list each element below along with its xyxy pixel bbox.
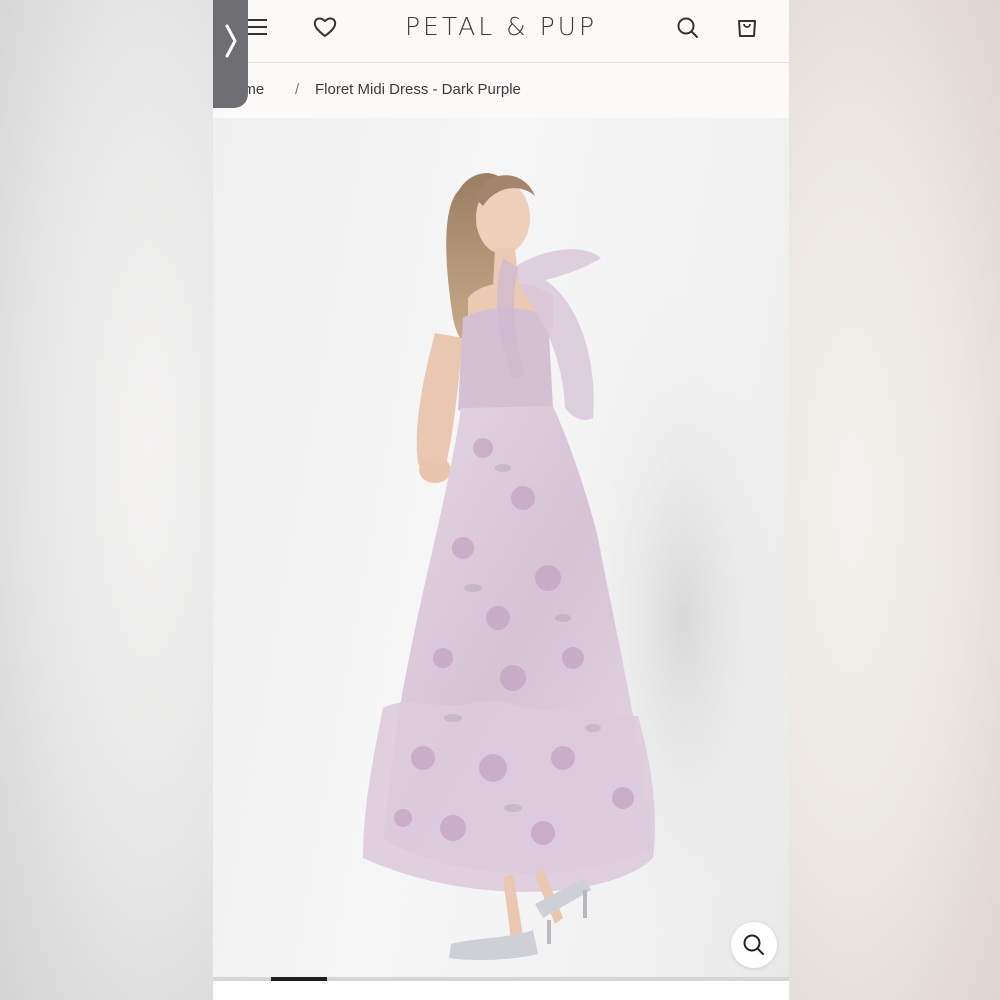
breadcrumb-separator: / (295, 81, 300, 98)
backdrop-right (789, 0, 1000, 1000)
breadcrumb: ome / Floret Midi Dress - Dark Purple (213, 63, 789, 118)
brand-logo[interactable]: PETAL & PUP (213, 12, 789, 41)
chevron-right-icon (225, 24, 236, 58)
backdrop-left (0, 0, 213, 1000)
sandal (449, 930, 538, 961)
bottom-strip (213, 981, 789, 1000)
zoom-search-icon (743, 934, 764, 955)
breadcrumb-current: Floret Midi Dress - Dark Purple (315, 81, 521, 98)
side-panel-handle[interactable] (213, 0, 248, 108)
bag-icon[interactable] (736, 15, 758, 39)
product-image[interactable] (213, 118, 789, 980)
dress-photo (363, 173, 789, 961)
zoom-button[interactable] (731, 922, 777, 968)
site-header: PETAL & PUP (213, 0, 789, 63)
search-icon[interactable] (676, 16, 700, 40)
ruffle-hem (363, 700, 655, 892)
phone-screen: PETAL & PUP ome / Floret Midi Dress - Da… (213, 0, 789, 1000)
